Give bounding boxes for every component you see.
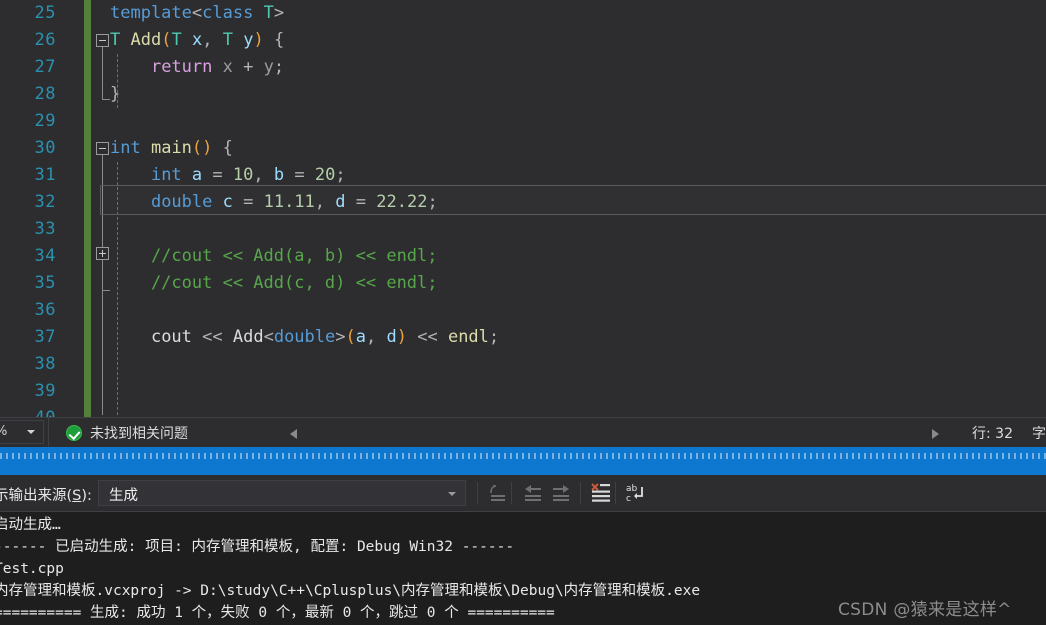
- fold-guide-foot: [102, 99, 110, 100]
- output-source-value: 生成: [109, 488, 138, 504]
- svg-text:c: c: [626, 494, 631, 504]
- chevron-down-icon: [448, 492, 456, 496]
- line-number: 28: [34, 84, 56, 104]
- line-number: 32: [34, 192, 56, 212]
- caret-char-indicator: 字: [1032, 426, 1046, 442]
- triangle-right-icon[interactable]: [932, 429, 939, 439]
- code-line-35[interactable]: //cout << Add(c, d) << endl;: [110, 270, 438, 297]
- output-line: 内存管理和模板.vcxproj -> D:\study\C++\Cplusplu…: [0, 583, 701, 599]
- output-source-combobox[interactable]: 生成: [98, 480, 466, 506]
- triangle-left-icon[interactable]: [290, 429, 297, 439]
- output-line: ========== 生成: 成功 1 个，失败 0 个，最新 0 个，跳过 0…: [0, 605, 555, 621]
- code-line-28[interactable]: }: [110, 81, 120, 108]
- code-line-26[interactable]: T Add(T x, T y) {: [110, 27, 284, 54]
- go-to-message-icon[interactable]: [487, 481, 511, 505]
- find-previous-message-icon[interactable]: [521, 481, 545, 505]
- output-source-label-prefix: 示输出来源(: [0, 488, 73, 504]
- zoom-level-combobox[interactable]: %: [0, 420, 44, 444]
- code-line-27[interactable]: return x + y;: [110, 54, 284, 81]
- panel-splitter[interactable]: [0, 447, 1046, 475]
- fold-guide-line: [102, 47, 103, 99]
- line-number: 36: [34, 300, 56, 320]
- fold-collapse-icon[interactable]: [96, 142, 109, 155]
- line-number: 38: [34, 354, 56, 374]
- csdn-watermark: CSDN @猿来是这样^: [838, 600, 1012, 620]
- output-source-label-suffix: ):: [81, 488, 92, 504]
- line-number: 34: [34, 246, 56, 266]
- toggle-word-wrap-icon[interactable]: ab c: [624, 481, 648, 505]
- zoom-level-value: %: [0, 424, 7, 439]
- clear-all-icon[interactable]: [589, 481, 613, 505]
- line-number: 30: [34, 138, 56, 158]
- code-line-31[interactable]: int a = 10, b = 20;: [110, 162, 346, 189]
- issue-status-text: 未找到相关问题: [90, 426, 188, 442]
- code-line-25[interactable]: template<class T>: [110, 0, 284, 27]
- fold-guide-foot: [102, 290, 110, 291]
- output-line: ------ 已启动生成: 项目: 内存管理和模板, 配置: Debug Win…: [0, 539, 515, 555]
- check-circle-icon: [66, 425, 82, 441]
- visual-studio-window: 25 26 27 28 29 30 31 32 33 34 35 36 37 3…: [0, 0, 1046, 625]
- output-toolbar[interactable]: 示输出来源(S): 生成 ab c: [0, 475, 1046, 512]
- output-source-label: 示输出来源(S):: [0, 484, 92, 505]
- line-number: 31: [34, 165, 56, 185]
- code-editor[interactable]: 25 26 27 28 29 30 31 32 33 34 35 36 37 3…: [0, 0, 1046, 417]
- output-source-label-accel: S: [72, 488, 82, 504]
- code-line-34[interactable]: //cout << Add(a, b) << endl;: [110, 243, 438, 270]
- code-line-32[interactable]: double c = 11.11, d = 22.22;: [110, 189, 438, 216]
- line-number: 33: [34, 219, 56, 239]
- code-line-37[interactable]: cout << Add<double>(a, d) << endl;: [110, 324, 499, 351]
- caret-line-indicator: 行: 32: [972, 426, 1013, 442]
- status-divider: [48, 418, 49, 448]
- fold-expand-icon[interactable]: [96, 247, 109, 260]
- output-line: 启动生成…: [0, 517, 61, 533]
- line-number: 35: [34, 273, 56, 293]
- output-line: Test.cpp: [0, 561, 64, 577]
- editor-status-bar: % 未找到相关问题 行: 32 字: [0, 417, 1046, 448]
- fold-guide-line: [102, 155, 103, 415]
- line-number: 29: [34, 111, 56, 131]
- line-number: 27: [34, 57, 56, 77]
- fold-collapse-icon[interactable]: [96, 34, 109, 47]
- splitter-grip[interactable]: [0, 453, 1046, 459]
- code-line-30[interactable]: int main() {: [110, 135, 233, 162]
- svg-text:ab: ab: [626, 484, 638, 494]
- line-number: 25: [34, 3, 56, 23]
- line-number: 37: [34, 327, 56, 347]
- find-next-message-icon[interactable]: [549, 481, 573, 505]
- chevron-down-icon: [27, 430, 35, 434]
- line-number: 40: [0, 405, 56, 417]
- line-number: 39: [34, 381, 56, 401]
- code-area[interactable]: 25 26 27 28 29 30 31 32 33 34 35 36 37 3…: [0, 0, 1046, 417]
- line-number: 26: [34, 30, 56, 50]
